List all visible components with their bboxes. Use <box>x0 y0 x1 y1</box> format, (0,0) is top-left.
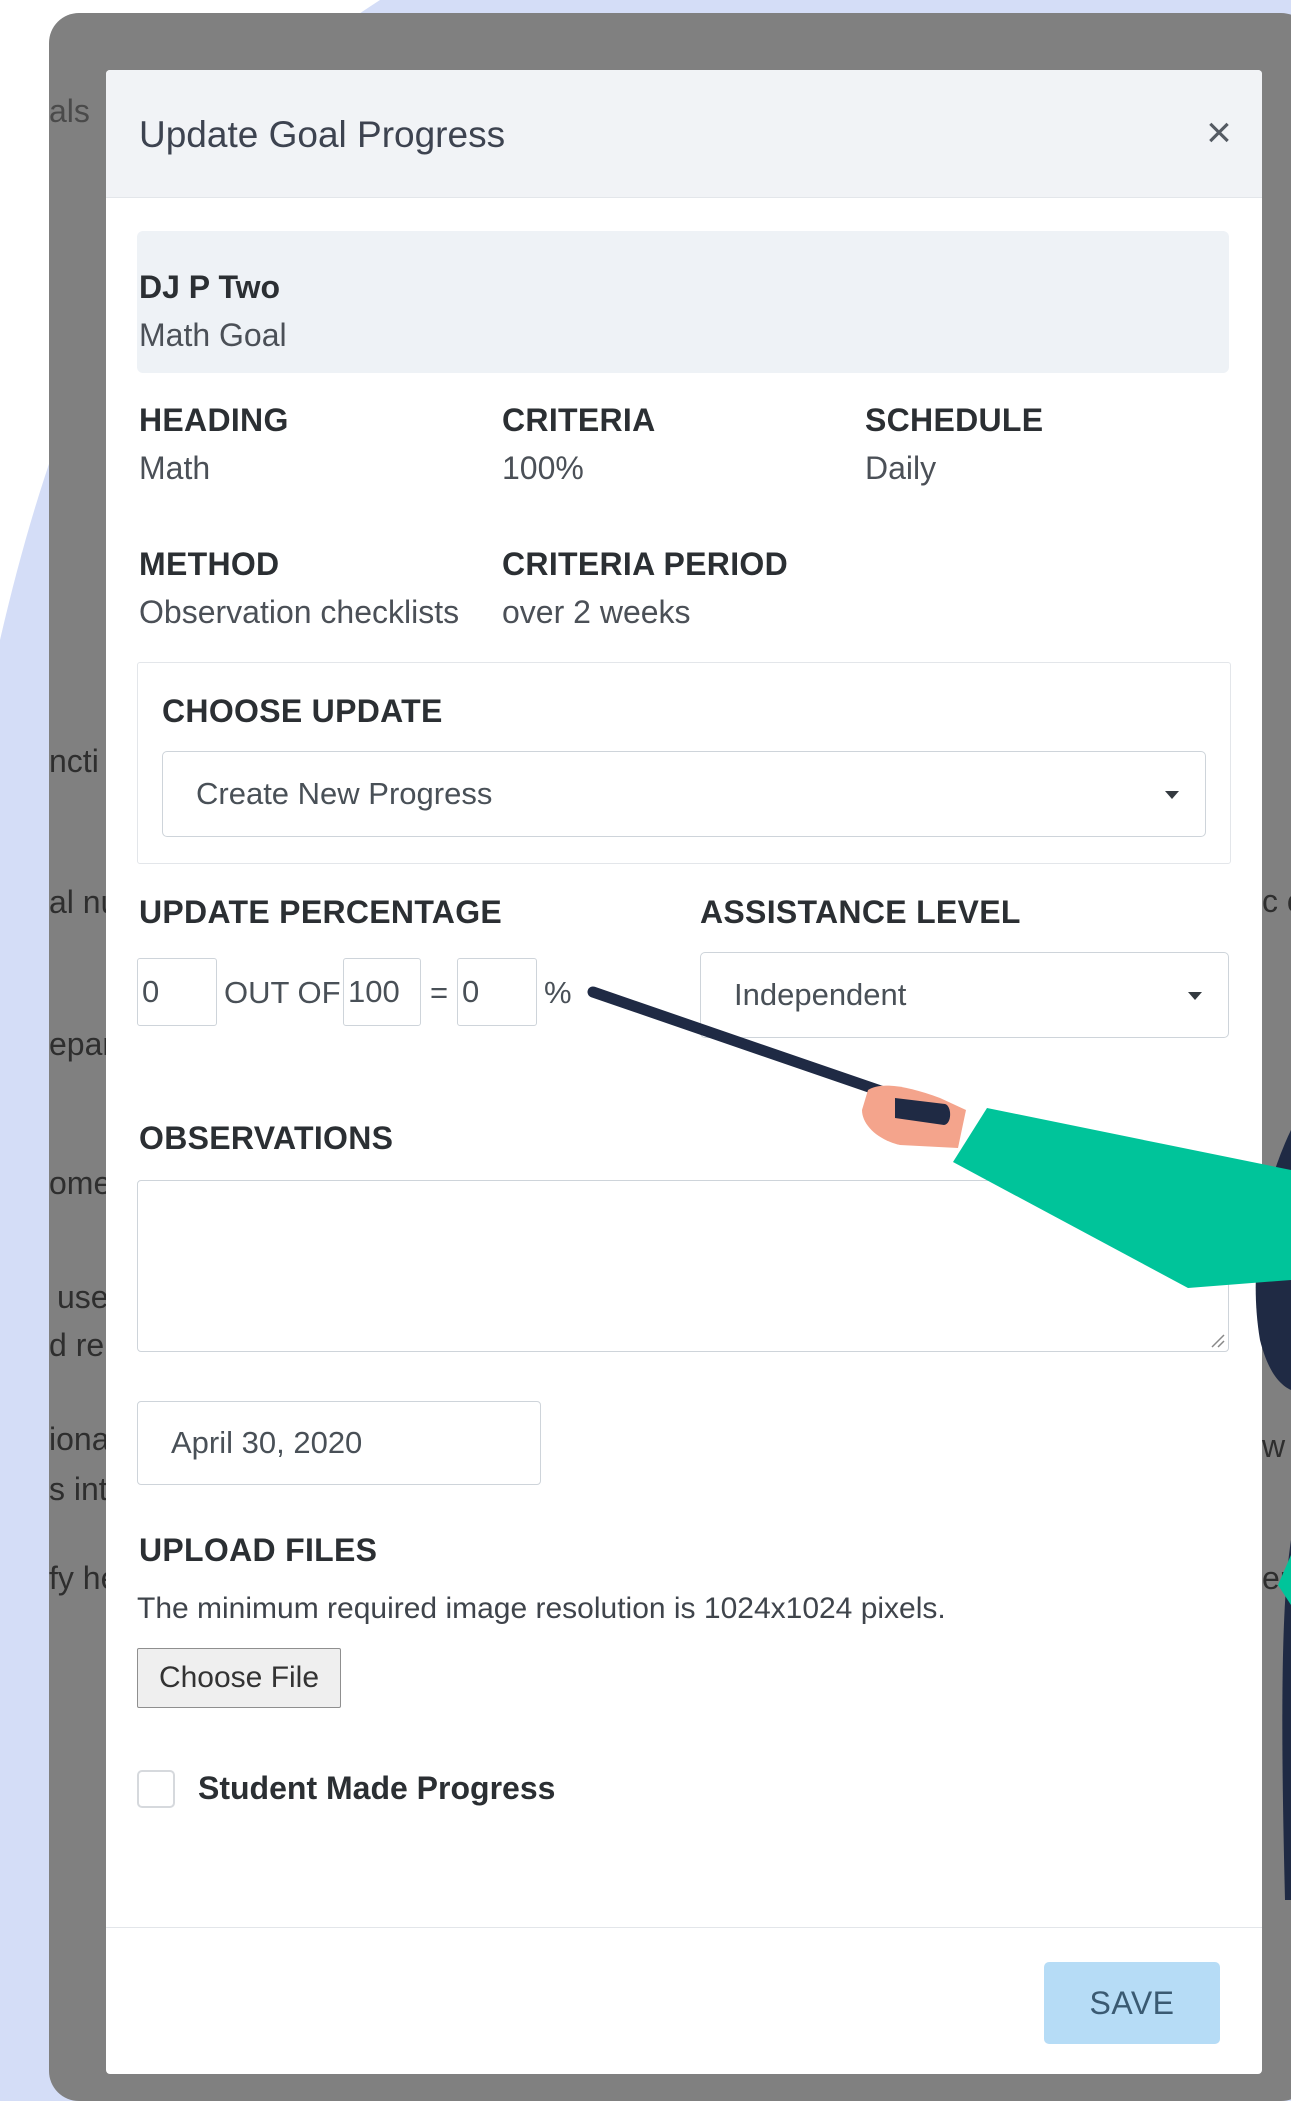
schedule-label: SCHEDULE <box>865 402 1044 438</box>
modal-title: Update Goal Progress <box>139 114 506 155</box>
modal-header: Update Goal Progress × <box>106 70 1262 198</box>
update-percentage-label: UPDATE PERCENTAGE <box>139 894 503 930</box>
student-made-progress-checkbox[interactable] <box>137 1770 175 1808</box>
background-text-fragment: fy he <box>49 1560 109 1596</box>
heading-label: HEADING <box>139 402 289 438</box>
assistance-level-value: Independent <box>734 977 907 1012</box>
method-value: Observation checklists <box>139 594 460 630</box>
schedule-value: Daily <box>865 450 937 486</box>
criteria-label: CRITERIA <box>502 402 656 438</box>
upload-help-text: The minimum required image resolution is… <box>137 1592 946 1625</box>
choose-update-select[interactable]: Create New Progress <box>162 751 1206 837</box>
background-text-fragment: epar <box>49 1026 109 1062</box>
choose-update-label: CHOOSE UPDATE <box>162 693 443 729</box>
assistance-level-label: ASSISTANCE LEVEL <box>700 894 1021 930</box>
background-text-fragment: iona <box>49 1421 109 1457</box>
choose-file-button[interactable]: Choose File <box>137 1648 341 1708</box>
update-goal-progress-modal: Update Goal Progress × DJ P Two Math Goa… <box>106 70 1262 2074</box>
choose-update-panel: CHOOSE UPDATE Create New Progress <box>137 662 1231 864</box>
goal-name: Math Goal <box>139 317 287 353</box>
observations-textarea[interactable] <box>137 1180 1229 1352</box>
date-input[interactable]: April 30, 2020 <box>137 1401 541 1485</box>
background-page-left: als ncti al nu epar ome use d re iona s … <box>49 13 109 2101</box>
student-made-progress-label: Student Made Progress <box>198 1770 556 1806</box>
resize-grip-icon <box>1211 1334 1225 1348</box>
choose-update-value: Create New Progress <box>196 776 493 811</box>
assistance-level-select[interactable]: Independent <box>700 952 1229 1038</box>
total-input[interactable]: 100 <box>343 958 421 1026</box>
criteria-period-label: CRITERIA PERIOD <box>502 546 788 582</box>
background-text-fragment: d re <box>49 1327 105 1363</box>
student-goal-card: DJ P Two Math Goal <box>137 231 1229 373</box>
close-icon[interactable]: × <box>1194 108 1244 158</box>
percent-sign: % <box>544 975 572 1010</box>
background-text-fragment: ncti <box>49 743 99 779</box>
background-text-fragment: c o <box>1262 883 1291 919</box>
background-text-fragment: ome <box>49 1165 109 1201</box>
method-label: METHOD <box>139 546 280 582</box>
chevron-down-icon <box>1188 992 1202 1000</box>
upload-files-label: UPLOAD FILES <box>139 1532 378 1568</box>
criteria-value: 100% <box>502 450 584 486</box>
background-page-right: c o w er <box>1262 13 1291 2101</box>
achieved-input[interactable]: 0 <box>137 958 217 1026</box>
out-of-text: OUT OF <box>224 975 341 1010</box>
student-name: DJ P Two <box>139 269 281 305</box>
criteria-period-value: over 2 weeks <box>502 594 691 630</box>
save-button[interactable]: SAVE <box>1044 1962 1220 2044</box>
background-text-fragment: s int <box>49 1471 108 1507</box>
background-text-fragment: als <box>49 93 90 129</box>
background-text-fragment: al nu <box>49 884 109 920</box>
equals-sign: = <box>430 975 449 1010</box>
observations-label: OBSERVATIONS <box>139 1120 394 1156</box>
modal-footer-divider <box>106 1927 1262 1928</box>
heading-value: Math <box>139 450 211 486</box>
date-value: April 30, 2020 <box>171 1425 363 1460</box>
background-text-fragment: use <box>57 1279 109 1315</box>
result-percentage-field: 0 <box>457 958 537 1026</box>
chevron-down-icon <box>1165 791 1179 799</box>
background-text-fragment: er <box>1262 1560 1291 1596</box>
background-text-fragment: w <box>1262 1428 1286 1464</box>
